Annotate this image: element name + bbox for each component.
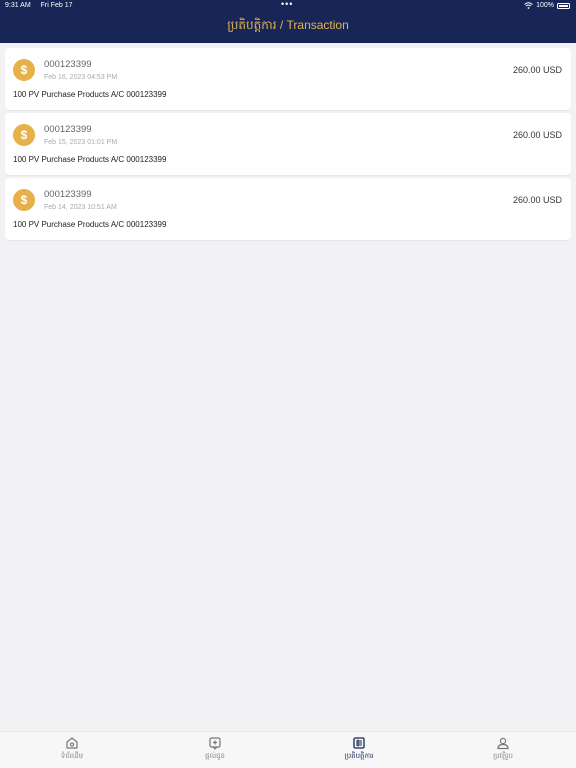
offer-icon xyxy=(209,737,221,750)
transaction-date: Feb 16, 2023 04:53 PM xyxy=(44,74,118,81)
transaction-icon xyxy=(353,737,365,749)
transaction-card[interactable]: $ 000123399 Feb 14, 2023 10:51 AM 260.00… xyxy=(5,178,571,240)
transaction-amount: 260.00 USD xyxy=(512,65,562,75)
transaction-amount: 260.00 USD xyxy=(512,130,562,140)
transaction-date: Feb 14, 2023 10:51 AM xyxy=(44,204,117,211)
tab-home-label: ទំព័រដើម xyxy=(60,752,84,760)
transaction-description: 100 PV Purchase Products A/C 000123399 xyxy=(13,90,167,99)
tab-offer-label: ផ្តល់ជូន xyxy=(205,752,225,760)
dollar-coin-icon: $ xyxy=(13,124,35,146)
tab-home[interactable]: ទំព័រដើម xyxy=(22,736,122,762)
multitasking-dots-icon[interactable]: ••• xyxy=(281,0,293,9)
transaction-description: 100 PV Purchase Products A/C 000123399 xyxy=(13,155,167,164)
transaction-account: 000123399 xyxy=(44,189,92,200)
tab-profile[interactable]: ប្រវត្តិរូប xyxy=(453,736,553,762)
status-date: Fri Feb 17 xyxy=(40,2,73,9)
transaction-amount: 260.00 USD xyxy=(512,195,562,205)
header-bar: 9:31 AM Fri Feb 17 ••• 100% ប្រតិបត្តិកា… xyxy=(0,0,576,43)
transaction-list: $ 000123399 Feb 16, 2023 04:53 PM 260.00… xyxy=(5,48,571,243)
battery-percent: 100% xyxy=(536,2,554,9)
tab-profile-label: ប្រវត្តិរូប xyxy=(493,752,513,760)
tab-transaction-label: ប្រតិបត្តិការ xyxy=(344,752,374,760)
wifi-icon xyxy=(524,2,533,9)
profile-icon xyxy=(497,737,509,750)
battery-icon xyxy=(557,2,570,9)
transaction-card[interactable]: $ 000123399 Feb 15, 2023 01:01 PM 260.00… xyxy=(5,113,571,175)
transaction-date: Feb 15, 2023 01:01 PM xyxy=(44,139,118,146)
transaction-card[interactable]: $ 000123399 Feb 16, 2023 04:53 PM 260.00… xyxy=(5,48,571,110)
tab-transaction[interactable]: ប្រតិបត្តិការ xyxy=(309,736,409,762)
page-title-english: Transaction xyxy=(286,18,349,32)
dollar-coin-icon: $ xyxy=(13,59,35,81)
home-icon xyxy=(66,737,78,749)
page-title-khmer: ប្រតិបត្តិការ xyxy=(227,18,277,32)
page-title-separator: / xyxy=(276,18,287,32)
dollar-coin-icon: $ xyxy=(13,189,35,211)
transaction-account: 000123399 xyxy=(44,124,92,135)
page-title: ប្រតិបត្តិការ / Transaction xyxy=(0,17,576,35)
bottom-tab-bar: ទំព័រដើម ផ្តល់ជូន ប្រតិបត្តិការ ប្រវត្តិ… xyxy=(0,731,576,768)
status-bar: 9:31 AM Fri Feb 17 ••• 100% xyxy=(0,0,576,13)
status-time: 9:31 AM xyxy=(5,2,31,9)
transaction-account: 000123399 xyxy=(44,59,92,70)
transaction-description: 100 PV Purchase Products A/C 000123399 xyxy=(13,220,167,229)
tab-offer[interactable]: ផ្តល់ជូន xyxy=(165,736,265,762)
